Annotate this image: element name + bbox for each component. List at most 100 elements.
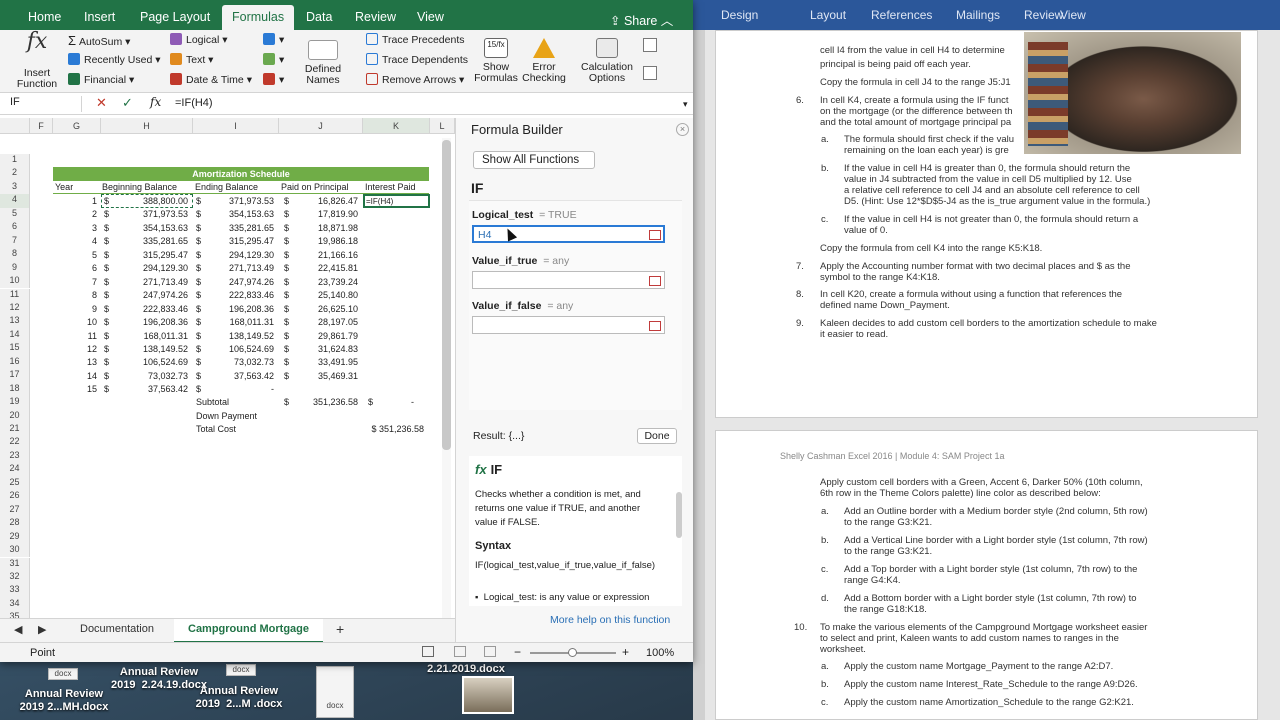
row-header[interactable]: 4 xyxy=(0,194,30,208)
help-scrollbar-thumb[interactable] xyxy=(676,492,682,538)
interest-cell[interactable] xyxy=(366,383,426,396)
tab-insert[interactable]: Insert xyxy=(84,10,115,24)
lookup-button[interactable]: ▾ xyxy=(263,33,284,46)
dollar-cell[interactable] xyxy=(284,383,296,396)
subtotal-k-value[interactable]: - xyxy=(380,396,414,409)
interest-cell[interactable] xyxy=(366,208,426,221)
dollar-cell[interactable]: $ xyxy=(104,222,116,235)
row-header[interactable]: 29 xyxy=(0,530,30,545)
row-header[interactable]: 20 xyxy=(0,409,30,423)
docx-file-icon[interactable]: docx xyxy=(48,668,78,680)
row-header[interactable]: 27 xyxy=(0,503,30,518)
row-header[interactable]: 2 xyxy=(0,167,30,181)
word-tab-layout[interactable]: Layout xyxy=(810,8,846,22)
dollar-cell[interactable]: $ xyxy=(104,235,116,248)
row-header[interactable]: 30 xyxy=(0,544,30,558)
row-header[interactable]: 9 xyxy=(0,261,30,276)
dollar-cell[interactable]: $ xyxy=(104,208,116,221)
dollar-cell[interactable]: $ xyxy=(196,383,208,396)
vertical-scrollbar-thumb[interactable] xyxy=(442,140,451,450)
dollar-cell[interactable]: $ xyxy=(196,370,208,383)
scroll-left-icon[interactable]: ◀ xyxy=(14,623,22,636)
ending-balance-cell[interactable]: 138,149.52 xyxy=(208,330,274,343)
ending-balance-cell[interactable]: 271,713.49 xyxy=(208,262,274,275)
trace-dependents-button[interactable]: Trace Dependents xyxy=(366,53,468,66)
year-cell[interactable]: 1 xyxy=(53,195,97,208)
row-header[interactable]: 19 xyxy=(0,396,30,410)
insert-function-button[interactable]: fx Insert Function xyxy=(14,31,60,90)
image-thumbnail[interactable] xyxy=(462,676,514,714)
principal-cell[interactable] xyxy=(296,383,358,396)
dollar-cell[interactable]: $ xyxy=(196,289,208,302)
beginning-balance-cell[interactable]: 196,208.36 xyxy=(116,316,188,329)
principal-cell[interactable]: 26,625.10 xyxy=(296,303,358,316)
interest-cell[interactable] xyxy=(366,289,426,302)
year-cell[interactable]: 14 xyxy=(53,370,97,383)
row-header[interactable]: 26 xyxy=(0,490,30,504)
zoom-in-button[interactable]: + xyxy=(622,645,629,659)
year-cell[interactable]: 10 xyxy=(53,316,97,329)
row-header[interactable]: 1 xyxy=(0,154,30,168)
dollar-cell[interactable]: $ xyxy=(284,330,296,343)
row-header[interactable]: 16 xyxy=(0,355,30,370)
dollar-cell[interactable]: $ xyxy=(284,356,296,369)
active-cell-k4[interactable] xyxy=(363,194,430,208)
share-button[interactable]: ⇪ Share ︿ xyxy=(610,10,673,29)
year-cell[interactable]: 3 xyxy=(53,222,97,235)
sheet-tab-campground-mortgage[interactable]: Campground Mortgage xyxy=(174,619,323,643)
interest-cell[interactable] xyxy=(366,343,426,356)
total-cost-label[interactable]: Total Cost xyxy=(196,423,236,436)
year-cell[interactable]: 7 xyxy=(53,276,97,289)
header-ending-balance[interactable]: Ending Balance xyxy=(195,181,258,194)
interest-cell[interactable] xyxy=(366,330,426,343)
tab-home[interactable]: Home xyxy=(28,10,61,24)
interest-cell[interactable] xyxy=(366,303,426,316)
dollar-cell[interactable]: $ xyxy=(196,249,208,262)
year-cell[interactable]: 6 xyxy=(53,262,97,275)
row-header[interactable]: 6 xyxy=(0,221,30,235)
year-cell[interactable]: 9 xyxy=(53,303,97,316)
fx-icon[interactable]: fx xyxy=(150,95,161,109)
logical-test-input[interactable]: H4 xyxy=(472,225,665,243)
row-header[interactable]: 12 xyxy=(0,301,30,316)
show-all-functions-button[interactable]: Show All Functions xyxy=(473,151,595,169)
total-cost-value[interactable]: $ 351,236.58 xyxy=(360,423,424,436)
amortization-banner[interactable]: Amortization Schedule xyxy=(53,167,429,181)
calculation-options-button[interactable]: Calculation Options xyxy=(580,38,634,84)
scroll-right-icon[interactable]: ▶ xyxy=(38,623,46,636)
corner-cell[interactable] xyxy=(0,118,30,134)
tab-data[interactable]: Data xyxy=(306,10,332,24)
row-header[interactable]: 11 xyxy=(0,288,30,302)
dollar-cell[interactable]: $ xyxy=(284,235,296,248)
beginning-balance-cell[interactable]: 247,974.26 xyxy=(116,289,188,302)
ending-balance-cell[interactable]: 247,974.26 xyxy=(208,276,274,289)
dollar-cell[interactable]: $ xyxy=(284,316,296,329)
principal-cell[interactable]: 18,871.98 xyxy=(296,222,358,235)
ending-balance-cell[interactable]: 222,833.46 xyxy=(208,289,274,302)
year-cell[interactable]: 12 xyxy=(53,343,97,356)
principal-cell[interactable]: 21,166.16 xyxy=(296,249,358,262)
spreadsheet-grid[interactable]: F G H I J K L 1 2 3 4 5 6 7 8 9 10 11 12 13 14 15 16 17 1… xyxy=(0,118,455,618)
row-header[interactable]: 23 xyxy=(0,449,30,464)
more-help-link[interactable]: More help on this function xyxy=(550,614,670,626)
beginning-balance-cell[interactable]: 371,973.53 xyxy=(116,208,188,221)
zoom-out-button[interactable]: − xyxy=(514,645,521,659)
year-cell[interactable]: 13 xyxy=(53,356,97,369)
dollar-cell[interactable]: $ xyxy=(284,195,296,208)
interest-cell[interactable] xyxy=(366,222,426,235)
word-tab-view[interactable]: View xyxy=(1060,8,1086,22)
calculate-sheet-icon[interactable] xyxy=(643,66,657,80)
principal-cell[interactable]: 33,491.95 xyxy=(296,356,358,369)
dollar-cell[interactable]: $ xyxy=(284,276,296,289)
interest-cell[interactable] xyxy=(366,276,426,289)
principal-cell[interactable]: 17,819.90 xyxy=(296,208,358,221)
interest-cell[interactable] xyxy=(366,316,426,329)
beginning-balance-cell[interactable]: 222,833.46 xyxy=(116,303,188,316)
dollar-cell[interactable]: $ xyxy=(196,343,208,356)
year-cell[interactable]: 15 xyxy=(53,383,97,396)
dollar-cell[interactable]: $ xyxy=(196,276,208,289)
text-button[interactable]: Text ▾ xyxy=(170,53,213,66)
row-header[interactable]: 7 xyxy=(0,234,30,249)
desktop-file-label[interactable]: Annual Review 2019 2...MH.docx xyxy=(10,688,118,714)
row-header[interactable]: 21 xyxy=(0,423,30,437)
